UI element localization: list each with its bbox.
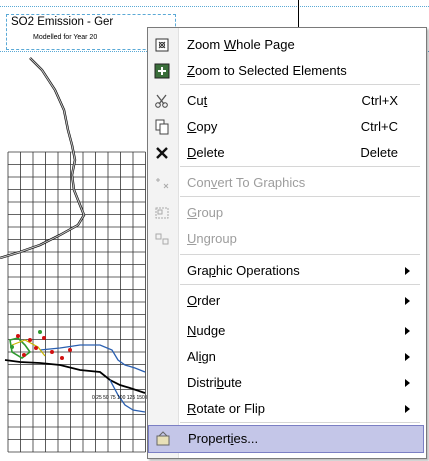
menu-item-label: Align [187, 349, 216, 364]
context-menu[interactable]: Zoom Whole Page Zoom to Selected Elements… [147, 27, 427, 459]
menu-item-delete[interactable]: Delete Delete [148, 140, 424, 166]
menu-item-ungroup[interactable]: Ungroup [148, 226, 424, 252]
map-subtitle: Modelled for Year 20 [33, 34, 98, 41]
menu-item-shortcut: Ctrl+C [360, 119, 398, 134]
copy-icon [154, 119, 170, 135]
menu-item-rotate-or-flip[interactable]: Rotate or Flip [148, 396, 424, 422]
submenu-arrow-icon [405, 327, 410, 335]
properties-icon [155, 431, 171, 447]
menu-item-shortcut: Delete [360, 145, 398, 160]
menu-item-zoom-to-selected-elements[interactable]: Zoom to Selected Elements [148, 58, 424, 84]
menu-item-label: Group [187, 205, 224, 220]
zoom-whole-page-icon [154, 37, 170, 53]
menu-item-align[interactable]: Align [148, 344, 424, 370]
menu-separator [180, 422, 420, 423]
submenu-arrow-icon [405, 405, 410, 413]
menu-item-label: Nudge [187, 323, 226, 338]
submenu-arrow-icon [405, 297, 410, 305]
menu-item-label: Delete [187, 145, 225, 160]
menu-item-distribute[interactable]: Distribute [148, 370, 424, 396]
menu-separator [180, 254, 420, 255]
menu-separator [180, 166, 420, 167]
submenu-arrow-icon [405, 379, 410, 387]
menu-separator [180, 196, 420, 197]
blue-route-line [39, 344, 146, 373]
ungroup-icon [154, 231, 170, 247]
menu-separator [180, 84, 420, 85]
menu-item-convert-to-graphics[interactable]: Convert To Graphics [148, 170, 424, 196]
menu-item-label: Zoom to Selected Elements [187, 63, 347, 78]
menu-item-graphic-operations[interactable]: Graphic Operations [148, 258, 424, 284]
menu-item-cut[interactable]: Cut Ctrl+X [148, 88, 424, 114]
submenu-arrow-icon [405, 353, 410, 361]
menu-item-order[interactable]: Order [148, 288, 424, 314]
menu-item-label: Properties... [188, 431, 259, 446]
convert-graphics-icon [154, 175, 170, 191]
menu-item-label: Ungroup [187, 231, 237, 246]
menu-item-label: Cut [187, 93, 208, 108]
menu-item-label: Copy [187, 119, 218, 134]
menu-item-label: Distribute [187, 375, 242, 390]
menu-item-group[interactable]: Group [148, 200, 424, 226]
delete-x-icon [154, 145, 170, 161]
menu-item-label: Zoom Whole Page [187, 37, 295, 52]
menu-item-zoom-whole-page[interactable]: Zoom Whole Page [148, 32, 424, 58]
menu-separator [180, 284, 420, 285]
menu-item-label: Rotate or Flip [187, 401, 266, 416]
menu-item-label: Convert To Graphics [187, 175, 306, 190]
submenu-arrow-icon [405, 267, 410, 275]
border-line-inner [0, 57, 85, 259]
map-title: SO2 Emission - Ger [11, 16, 114, 28]
menu-item-copy[interactable]: Copy Ctrl+C [148, 114, 424, 140]
scale-bar-label: 0 25 50 75 100 125 150 km [92, 395, 153, 401]
menu-item-shortcut: Ctrl+X [361, 93, 398, 108]
menu-item-label: Order [187, 293, 221, 308]
menu-item-label: Graphic Operations [187, 263, 300, 278]
group-icon [154, 205, 170, 221]
menu-item-nudge[interactable]: Nudge [148, 318, 424, 344]
menu-item-properties[interactable]: Properties... [148, 425, 424, 453]
scissors-icon [154, 93, 170, 109]
zoom-selected-icon [154, 63, 170, 79]
